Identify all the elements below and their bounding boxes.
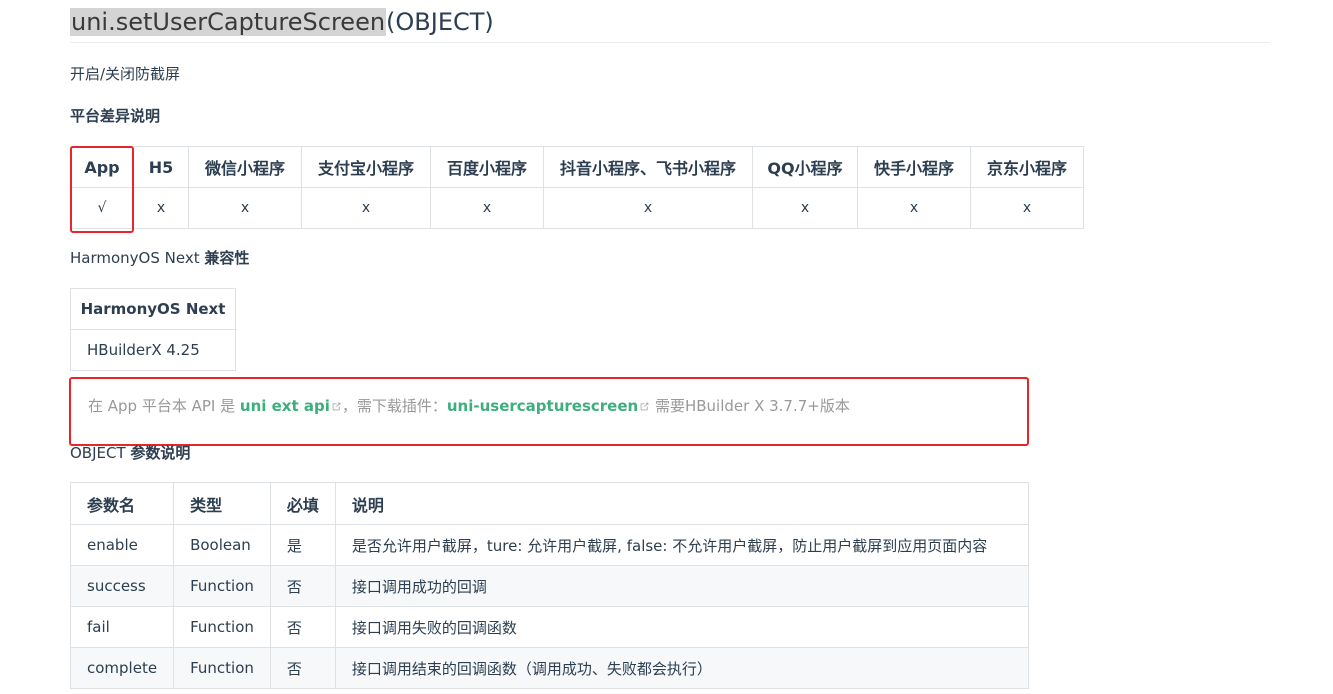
params-header-type: 类型 <box>173 482 271 525</box>
param-type: Boolean <box>173 524 271 566</box>
platform-value-weixin: x <box>188 187 302 229</box>
harmony-value-row: HBuilderX 4.25 <box>70 329 236 371</box>
param-type: Function <box>173 647 271 689</box>
harmony-value: HBuilderX 4.25 <box>70 329 236 371</box>
harmony-heading: HarmonyOS Next 兼容性 <box>70 248 249 268</box>
platform-value-jd: x <box>970 187 1084 229</box>
harmony-heading-suffix: 兼容性 <box>204 249 250 267</box>
table-row: enable Boolean 是 是否允许用户截屏，ture: 允许用户截屏, … <box>69 524 1029 566</box>
params-header-name: 参数名 <box>69 482 175 525</box>
object-heading-prefix: OBJECT <box>70 444 126 462</box>
harmony-header-row: HarmonyOS Next <box>70 288 236 330</box>
param-required: 否 <box>269 565 336 607</box>
param-description: 接口调用失败的回调函数 <box>334 606 1029 648</box>
param-required: 否 <box>269 647 336 689</box>
param-type: Function <box>173 606 271 648</box>
platform-value-row: √ x x x x x x x x <box>70 187 1084 229</box>
title-suffix: (OBJECT) <box>386 8 494 36</box>
platform-header-row: App H5 微信小程序 支付宝小程序 百度小程序 抖音小程序、飞书小程序 QQ… <box>70 146 1084 188</box>
table-row: success Function 否 接口调用成功的回调 <box>69 565 1029 607</box>
params-table: 参数名 类型 必填 说明 enable Boolean 是 是否允许用户截屏，t… <box>69 482 1029 689</box>
platform-table: App H5 微信小程序 支付宝小程序 百度小程序 抖音小程序、飞书小程序 QQ… <box>70 146 1084 229</box>
page-title: uni.setUserCaptureScreen(OBJECT) <box>70 4 1270 43</box>
table-row: complete Function 否 接口调用结束的回调函数（调用成功、失败都… <box>69 647 1029 689</box>
platform-value-douyin-feishu: x <box>543 187 753 229</box>
platform-header-app: App <box>70 146 134 188</box>
platform-value-baidu: x <box>430 187 544 229</box>
param-type: Function <box>173 565 271 607</box>
param-description: 接口调用结束的回调函数（调用成功、失败都会执行） <box>334 647 1029 689</box>
table-row: fail Function 否 接口调用失败的回调函数 <box>69 606 1029 648</box>
platform-value-qq: x <box>752 187 858 229</box>
param-description: 接口调用成功的回调 <box>334 565 1029 607</box>
tip-text-3: 需要HBuilder X 3.7.7+版本 <box>654 397 850 415</box>
param-name: fail <box>69 606 175 648</box>
uni-ext-api-link[interactable]: uni ext api <box>240 397 330 415</box>
param-required: 否 <box>269 606 336 648</box>
params-header-row: 参数名 类型 必填 说明 <box>69 482 1029 525</box>
platform-header-jd: 京东小程序 <box>970 146 1084 188</box>
title-code: uni.setUserCaptureScreen <box>70 8 387 36</box>
object-heading: OBJECT 参数说明 <box>70 443 190 463</box>
param-name: complete <box>69 647 175 689</box>
uni-usercapturescreen-link[interactable]: uni-usercapturescreen <box>447 397 638 415</box>
tip-text-1: 在 App 平台本 API 是 <box>88 397 236 415</box>
object-heading-suffix: 参数说明 <box>130 444 191 462</box>
harmony-table: HarmonyOS Next HBuilderX 4.25 <box>70 288 236 371</box>
platform-header-baidu: 百度小程序 <box>430 146 544 188</box>
external-link-icon <box>640 402 649 411</box>
tip-box: 在 App 平台本 API 是 uni ext api ，需下载插件：uni-us… <box>71 382 1028 430</box>
harmony-header: HarmonyOS Next <box>70 288 236 330</box>
platform-header-qq: QQ小程序 <box>752 146 858 188</box>
platform-header-douyin-feishu: 抖音小程序、飞书小程序 <box>543 146 753 188</box>
param-name: success <box>69 565 175 607</box>
platform-value-alipay: x <box>301 187 431 229</box>
harmony-heading-prefix: HarmonyOS Next <box>70 249 200 267</box>
platform-value-kuaishou: x <box>857 187 971 229</box>
platform-heading: 平台差异说明 <box>70 107 161 125</box>
platform-value-h5: x <box>133 187 189 229</box>
params-header-required: 必填 <box>269 482 336 525</box>
param-required: 是 <box>269 524 336 566</box>
platform-header-alipay: 支付宝小程序 <box>301 146 431 188</box>
external-link-icon <box>332 402 341 411</box>
param-name: enable <box>69 524 175 566</box>
platform-header-weixin: 微信小程序 <box>188 146 302 188</box>
params-header-description: 说明 <box>334 482 1029 525</box>
platform-header-h5: H5 <box>133 146 189 188</box>
platform-value-app: √ <box>70 187 134 229</box>
tip-text-2: ，需下载插件： <box>341 397 447 415</box>
param-description: 是否允许用户截屏，ture: 允许用户截屏, false: 不允许用户截屏，防止… <box>334 524 1029 566</box>
api-description: 开启/关闭防截屏 <box>70 65 181 83</box>
platform-header-kuaishou: 快手小程序 <box>857 146 971 188</box>
